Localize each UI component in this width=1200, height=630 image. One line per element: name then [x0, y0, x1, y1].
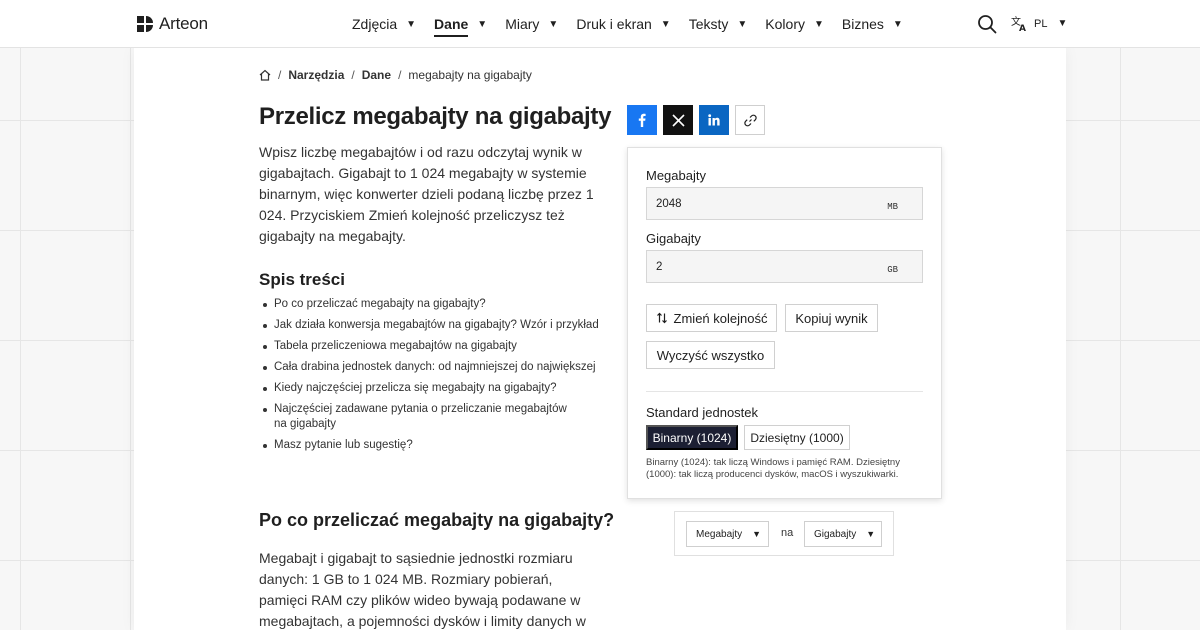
site-header: Arteon Zdjęcia ▼ Dane ▼ Miary ▼ Druk i e…: [0, 0, 1200, 48]
nav-item-teksty[interactable]: Teksty ▼: [689, 0, 748, 48]
share-x-button[interactable]: [663, 105, 693, 135]
share-bar: [627, 105, 765, 135]
nav-item-miary[interactable]: Miary ▼: [505, 0, 558, 48]
to-unit-select[interactable]: Gigabajty ▼: [804, 521, 882, 547]
share-linkedin-button[interactable]: [699, 105, 729, 135]
table-of-contents: Po co przeliczać megabajty na gigabajty?…: [263, 297, 604, 459]
brand-logo[interactable]: Arteon: [137, 14, 208, 34]
gigabytes-label: Gigabajty: [646, 231, 701, 246]
gigabytes-field: GB: [646, 250, 923, 283]
link-icon: [743, 114, 757, 126]
svg-text:A: A: [1019, 24, 1026, 32]
chevron-down-icon: ▼: [752, 529, 762, 539]
swap-order-button[interactable]: Zmień kolejność: [646, 304, 777, 332]
toc-link[interactable]: Tabela przeliczeniowa megabajtów na giga…: [263, 339, 604, 354]
share-facebook-button[interactable]: [627, 105, 657, 135]
from-unit-value: Megabajty: [696, 528, 743, 540]
divider: [646, 391, 923, 392]
chevron-down-icon: ▼: [477, 18, 488, 30]
intro-text: Wpisz liczbę megabajtów i od razu odczyt…: [259, 144, 594, 244]
connector-text: na: [781, 527, 794, 539]
facebook-icon: [638, 113, 646, 127]
from-unit-select[interactable]: Megabajty ▼: [686, 521, 769, 547]
nav-item-kolory[interactable]: Kolory ▼: [765, 0, 824, 48]
megabytes-field: MB: [646, 187, 923, 220]
nav-item-biznes[interactable]: Biznes ▼: [842, 0, 903, 48]
section-text: Megabajt i gigabajt to sąsiednie jednost…: [259, 550, 586, 629]
logo-icon: [137, 16, 153, 32]
breadcrumb-separator: /: [398, 68, 402, 82]
toc-link[interactable]: Najczęściej zadawane pytania o przelicza…: [263, 402, 579, 432]
language-code: PL: [1034, 17, 1048, 30]
linkedin-icon: [708, 114, 720, 126]
unit-standard-label: Standard jednostek: [646, 405, 759, 420]
swap-icon: [656, 312, 667, 324]
nav-item-druk-i-ekran[interactable]: Druk i ekran ▼: [576, 0, 670, 48]
breadcrumb: / Narzędzia / Dane / megabajty na gigaba…: [259, 68, 532, 82]
chevron-down-icon: ▼: [1057, 18, 1068, 29]
chevron-down-icon: ▼: [737, 18, 748, 30]
search-button[interactable]: [977, 14, 997, 34]
gigabytes-unit: GB: [887, 265, 898, 275]
breadcrumb-separator: /: [351, 68, 355, 82]
binary-standard-button[interactable]: Binarny (1024): [646, 425, 738, 450]
translate-icon: 文 A: [1011, 15, 1026, 32]
home-icon[interactable]: [259, 69, 271, 81]
chevron-down-icon: ▼: [866, 529, 876, 539]
breadcrumb-item-narzedzia[interactable]: Narzędzia: [288, 68, 344, 82]
language-switcher[interactable]: 文 A PL ▼: [1011, 15, 1067, 32]
copy-result-button[interactable]: Kopiuj wynik: [785, 304, 878, 332]
chevron-down-icon: ▼: [660, 18, 671, 30]
chevron-down-icon: ▼: [548, 18, 559, 30]
megabytes-input[interactable]: [647, 188, 887, 219]
swap-order-label: Zmień kolejność: [673, 310, 768, 326]
nav-item-dane[interactable]: Dane ▼: [434, 0, 487, 48]
nav-item-zdjecia[interactable]: Zdjęcia ▼: [352, 0, 416, 48]
gigabytes-input[interactable]: [647, 251, 887, 282]
page-title: Przelicz megabajty na gigabajty: [259, 103, 612, 130]
breadcrumb-current: megabajty na gigabajty: [408, 68, 532, 82]
chevron-down-icon: ▼: [892, 18, 903, 30]
standard-note: Binarny (1024): tak liczą Windows i pami…: [646, 457, 900, 480]
converter-panel: Megabajty MB Gigabajty GB Zmień kolejnoś…: [627, 147, 942, 499]
copy-link-button[interactable]: [735, 105, 765, 135]
decimal-standard-button[interactable]: Dziesiętny (1000): [744, 425, 850, 450]
breadcrumb-item-dane[interactable]: Dane: [362, 68, 391, 82]
unit-pickers: Megabajty ▼ na Gigabajty ▼: [674, 511, 894, 556]
brand-name: Arteon: [159, 14, 208, 33]
clear-all-button[interactable]: Wyczyść wszystko: [646, 341, 775, 369]
toc-link[interactable]: Cała drabina jednostek danych: od najmni…: [263, 360, 604, 375]
chevron-down-icon: ▼: [406, 18, 417, 30]
toc-link[interactable]: Masz pytanie lub sugestię?: [263, 438, 604, 453]
main-nav: Zdjęcia ▼ Dane ▼ Miary ▼ Druk i ekran ▼ …: [352, 0, 921, 48]
toc-link[interactable]: Jak działa konwersja megabajtów na gigab…: [263, 318, 604, 333]
chevron-down-icon: ▼: [813, 18, 824, 30]
search-icon: [978, 15, 997, 34]
x-logo-icon: [671, 113, 685, 127]
section-heading: Po co przeliczać megabajty na gigabajty?: [259, 510, 615, 530]
megabytes-unit: MB: [887, 202, 898, 212]
megabytes-label: Megabajty: [646, 168, 706, 183]
to-unit-value: Gigabajty: [814, 528, 857, 540]
breadcrumb-separator: /: [278, 68, 282, 82]
toc-title: Spis treści: [259, 270, 345, 289]
toc-link[interactable]: Kiedy najczęściej przelicza się megabajt…: [263, 381, 604, 396]
toc-link[interactable]: Po co przeliczać megabajty na gigabajty?: [263, 297, 604, 312]
